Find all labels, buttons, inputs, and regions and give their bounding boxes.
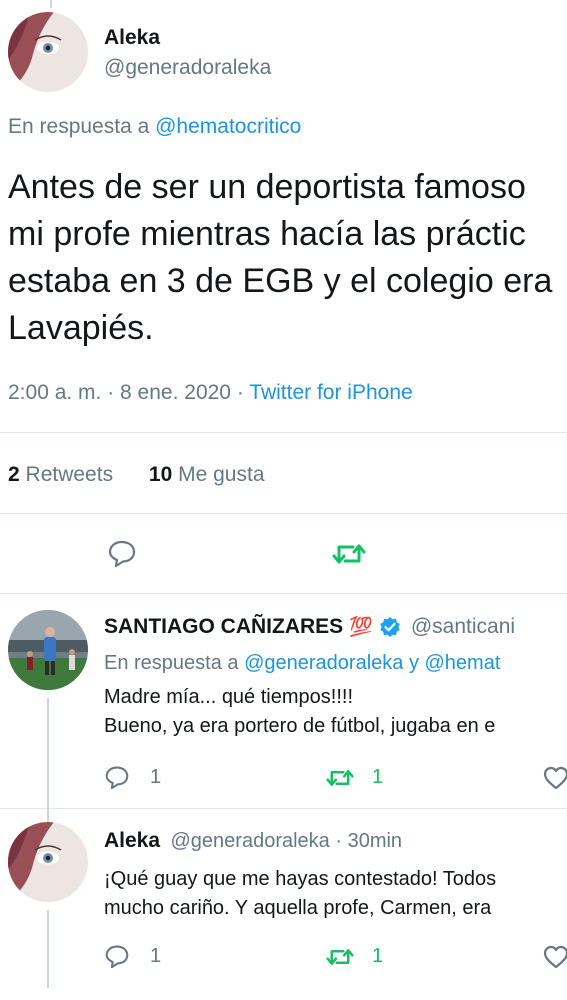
reply-2-author-name[interactable]: Aleka bbox=[104, 829, 160, 852]
retweets-stat[interactable]: 2 Retweets bbox=[8, 463, 119, 486]
reply-1-text: Madre mía... qué tiempos!!!! Bueno, ya e… bbox=[104, 683, 495, 741]
retweet-count: 1 bbox=[372, 766, 384, 788]
like-icon bbox=[543, 766, 567, 790]
reply-2-reply-button[interactable]: 1 bbox=[104, 944, 161, 968]
divider bbox=[0, 808, 567, 809]
reply-1-context: En respuesta a @generadoraleka y @hemat bbox=[104, 652, 500, 675]
reply-2-retweet-button[interactable]: 1 bbox=[326, 945, 383, 968]
reply-1-reply-button[interactable]: 1 bbox=[104, 765, 161, 789]
reply-button[interactable] bbox=[107, 539, 137, 567]
likes-label: Me gusta bbox=[178, 463, 265, 486]
tweet-reply-context: En respuesta a @hematocritico bbox=[8, 115, 301, 139]
reply-count: 1 bbox=[150, 765, 162, 788]
reply-text-line: ¡Qué guay que me hayas contestado! Todos bbox=[104, 868, 497, 890]
reply-icon bbox=[105, 945, 129, 968]
retweet-icon bbox=[332, 544, 366, 564]
reply-2-like-button[interactable] bbox=[543, 945, 567, 969]
thread-connector-top bbox=[50, 0, 52, 8]
reply-text-line: mucho cariño. Y aquella profe, Carmen, e… bbox=[104, 897, 492, 919]
avatar-aleka[interactable] bbox=[8, 12, 88, 92]
tweet-stats: 2 Retweets 10 Me gusta bbox=[8, 463, 265, 487]
tweet-text-line: Lavapiés. bbox=[8, 309, 154, 347]
avatar-aleka-reply[interactable] bbox=[8, 822, 88, 902]
reply-to-link[interactable]: @hematocritico bbox=[155, 115, 301, 138]
retweet-icon bbox=[326, 769, 354, 786]
tweet-text-line: Antes de ser un deportista famoso bbox=[8, 168, 526, 206]
retweets-count: 2 bbox=[8, 463, 20, 486]
retweet-icon bbox=[326, 948, 354, 965]
reply-2-header: Aleka @generadoraleka · 30min bbox=[104, 829, 402, 853]
reply-to-links[interactable]: @generadoraleka y @hemat bbox=[244, 652, 500, 674]
reply-text-line: Madre mía... qué tiempos!!!! bbox=[104, 686, 353, 708]
tweet-source[interactable]: Twitter for iPhone bbox=[249, 381, 412, 404]
reply-1-like-button[interactable] bbox=[543, 766, 567, 790]
tweet-text-line: estaba en 3 de EGB y el colegio era bbox=[8, 262, 553, 300]
reply-text-line: Bueno, ya era portero de fútbol, jugaba … bbox=[104, 715, 496, 737]
reply-prefix: En respuesta a bbox=[8, 115, 150, 138]
reply-1-header: SANTIAGO CAÑIZARES 💯 @santicani bbox=[104, 615, 515, 639]
likes-stat[interactable]: 10 Me gusta bbox=[149, 463, 265, 486]
reply-2-text: ¡Qué guay que me hayas contestado! Todos… bbox=[104, 865, 496, 923]
reply-icon bbox=[108, 540, 136, 567]
retweet-count: 1 bbox=[372, 945, 384, 967]
tweet-timestamp[interactable]: 2:00 a. m. · 8 ene. 2020 · bbox=[8, 381, 244, 404]
tweet-text-line: mi profe mientras hacía las práctic bbox=[8, 215, 526, 253]
tweet-text: Antes de ser un deportista famoso mi pro… bbox=[8, 164, 552, 352]
likes-count: 10 bbox=[148, 463, 173, 486]
reply-prefix: En respuesta a bbox=[104, 652, 239, 674]
like-icon bbox=[543, 945, 567, 969]
reply-1-author-handle[interactable]: @santicani bbox=[411, 615, 515, 639]
tweet-author-name[interactable]: Aleka bbox=[104, 26, 160, 50]
reply-count: 1 bbox=[150, 944, 162, 967]
tweet-author-handle[interactable]: @generadoraleka bbox=[104, 56, 271, 80]
verified-icon bbox=[380, 617, 400, 637]
divider bbox=[0, 432, 567, 433]
thread-connector bbox=[47, 698, 49, 810]
reply-icon bbox=[105, 766, 129, 789]
tweet-meta: 2:00 a. m. · 8 ene. 2020 · Twitter for i… bbox=[8, 381, 413, 405]
divider bbox=[0, 513, 567, 514]
retweet-button[interactable] bbox=[332, 541, 366, 567]
hundred-points-emoji: 💯 bbox=[349, 617, 373, 638]
divider bbox=[0, 593, 567, 594]
thread-connector bbox=[47, 910, 49, 988]
retweets-label: Retweets bbox=[25, 463, 114, 486]
reply-2-author-handle[interactable]: @generadoraleka · 30min bbox=[171, 830, 403, 852]
avatar-santiago[interactable] bbox=[8, 610, 88, 690]
reply-1-author-name[interactable]: SANTIAGO CAÑIZARES bbox=[104, 615, 343, 639]
reply-1-retweet-button[interactable]: 1 bbox=[326, 766, 383, 789]
thread-connector bbox=[47, 808, 49, 822]
